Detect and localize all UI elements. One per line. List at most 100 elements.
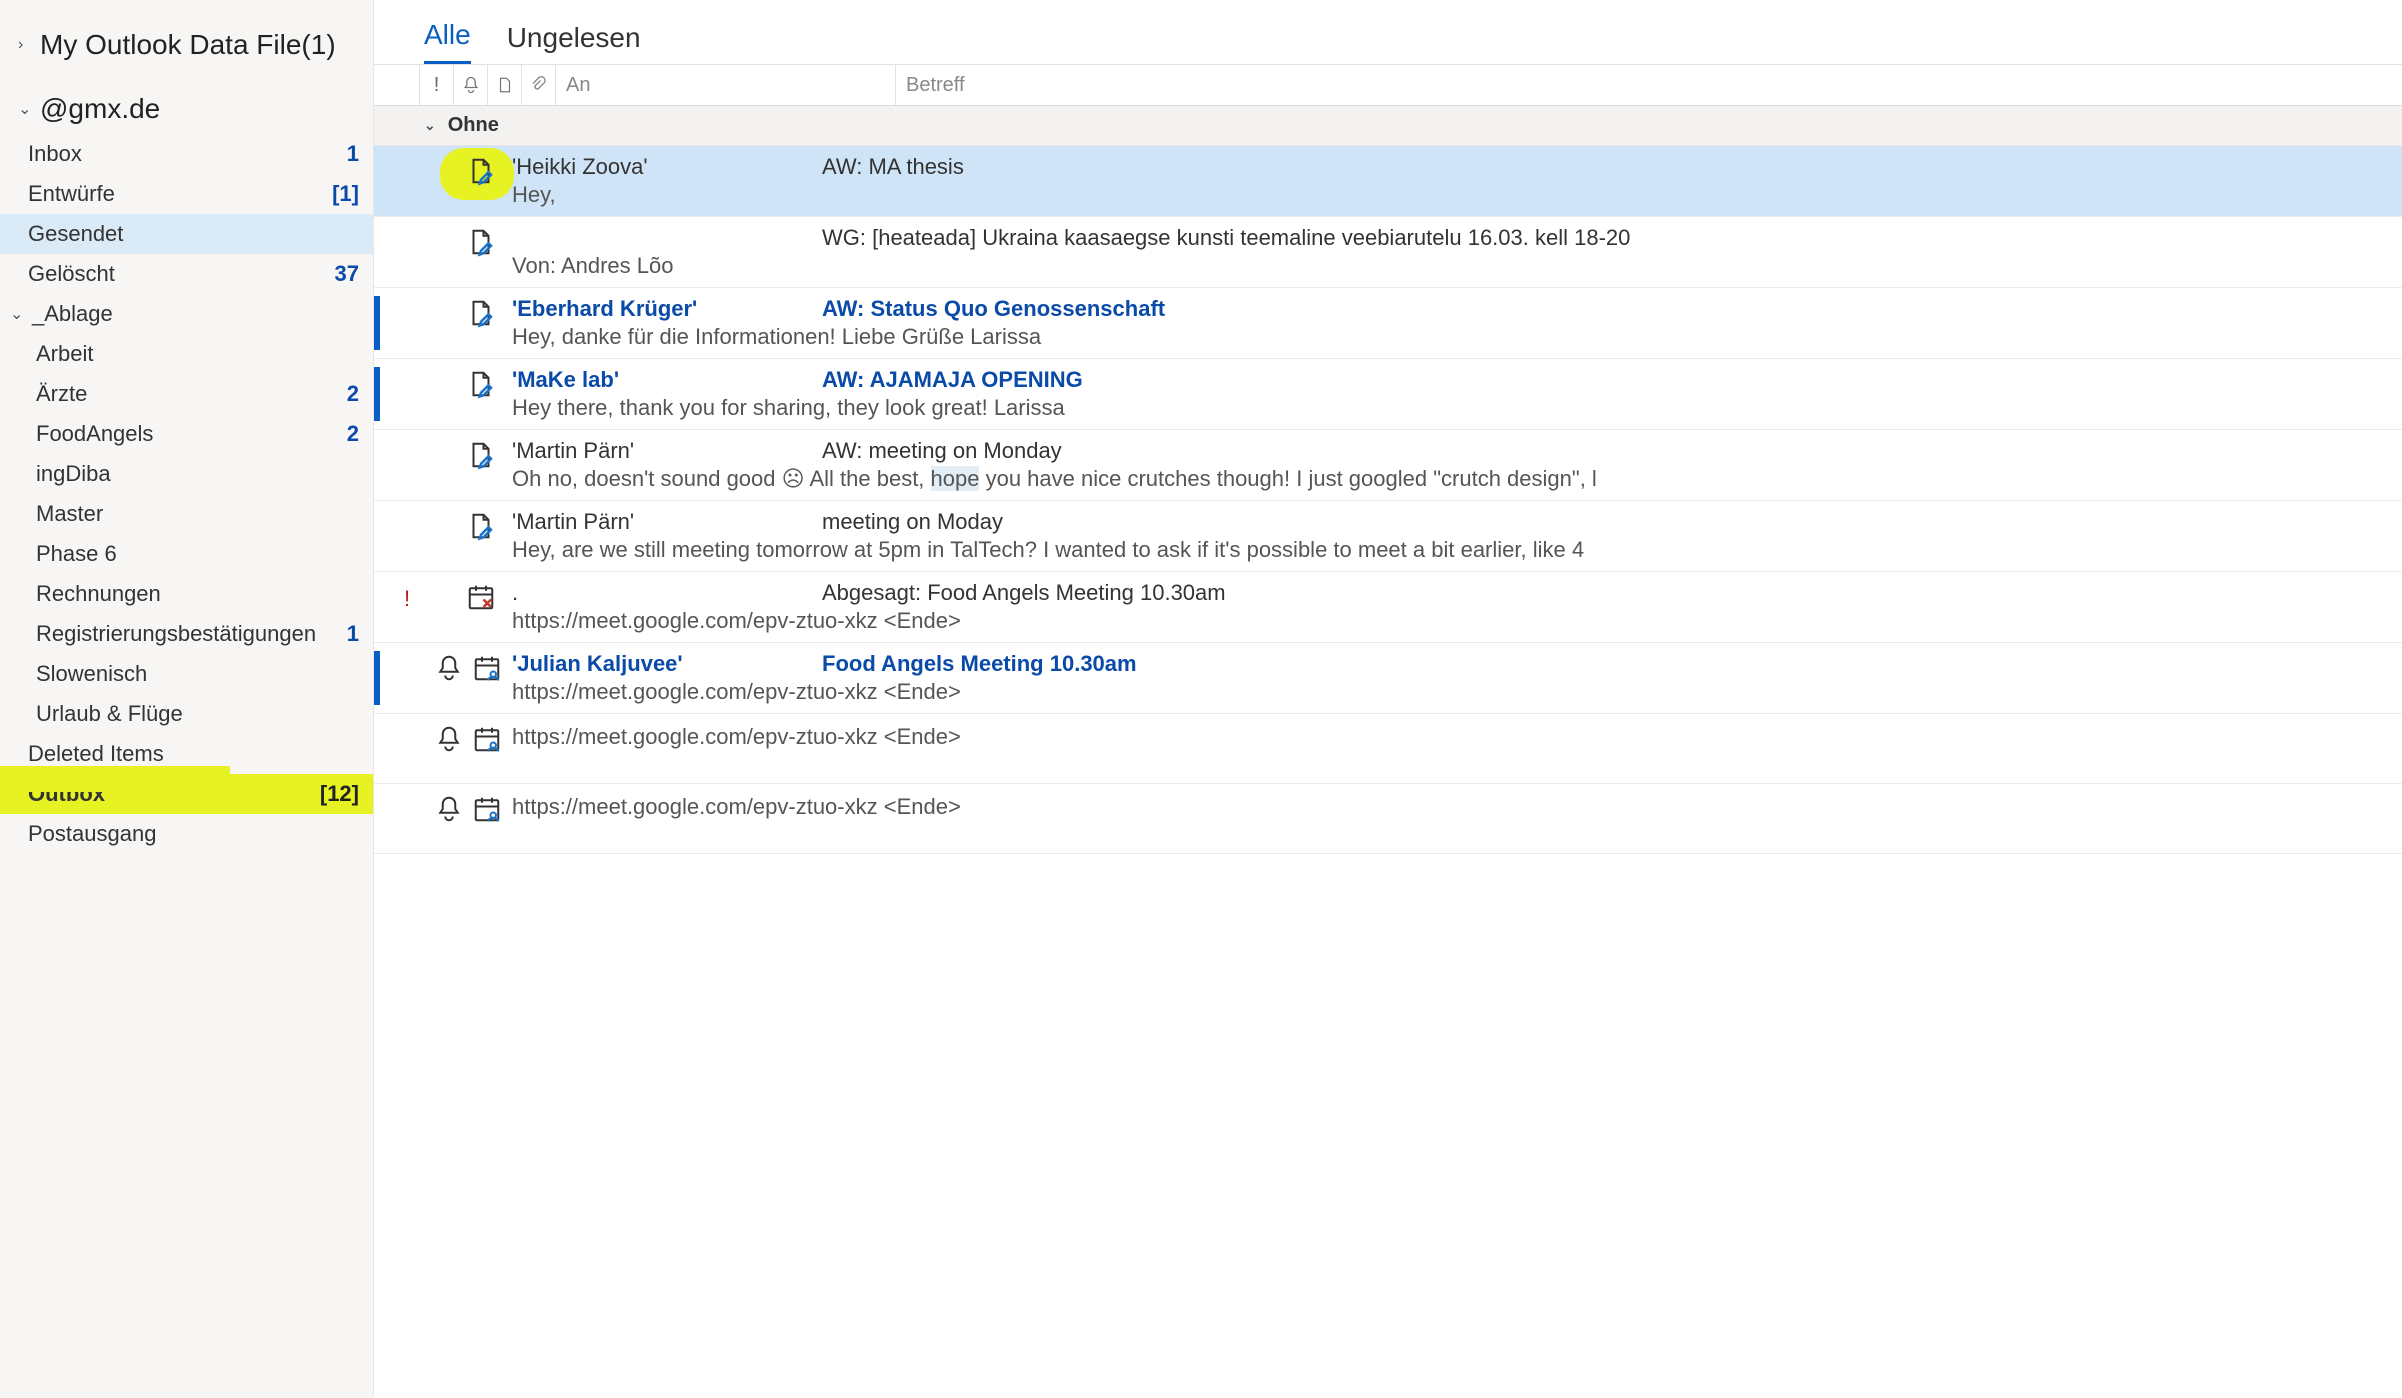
- message-row[interactable]: 'Martin Pärn'meeting on ModayHey, are we…: [374, 501, 2402, 572]
- message-row[interactable]: !.Abgesagt: Food Angels Meeting 10.30amh…: [374, 572, 2402, 643]
- draft-icon: [466, 227, 496, 263]
- message-preview: Oh no, doesn't sound good ☹ All the best…: [512, 466, 2392, 492]
- message-preview: https://meet.google.com/epv-ztuo-xkz <En…: [512, 794, 2392, 820]
- folder-master[interactable]: Master: [0, 494, 373, 534]
- message-type-icons: [434, 651, 512, 705]
- message-subject: AW: meeting on Monday: [822, 438, 1062, 464]
- highlight-marker: [0, 766, 230, 792]
- importance-icon: [380, 438, 434, 492]
- gmx-account-row[interactable]: ⌄ @gmx.de: [0, 84, 373, 134]
- folder-sent[interactable]: Gesendet: [0, 214, 373, 254]
- folder-aerzte[interactable]: Ärzte 2: [0, 374, 373, 414]
- header-reminder-icon[interactable]: [454, 65, 488, 105]
- folder-arbeit[interactable]: Arbeit: [0, 334, 373, 374]
- message-subject: AW: MA thesis: [822, 154, 964, 180]
- folder-ingdiba[interactable]: ingDiba: [0, 454, 373, 494]
- message-preview: Hey,: [512, 182, 2392, 208]
- importance-icon: !: [380, 580, 434, 634]
- message-preview: https://meet.google.com/epv-ztuo-xkz <En…: [512, 679, 2392, 705]
- calendar-cancel-icon: [466, 582, 496, 618]
- chevron-down-icon: ⌄: [424, 117, 436, 134]
- folder-slowenisch[interactable]: Slowenisch: [0, 654, 373, 694]
- message-preview: Hey, danke für die Informationen! Liebe …: [512, 324, 2392, 350]
- message-row[interactable]: https://meet.google.com/epv-ztuo-xkz <En…: [374, 784, 2402, 854]
- message-preview: Hey, are we still meeting tomorrow at 5p…: [512, 537, 2392, 563]
- folder-foodangels[interactable]: FoodAngels 2: [0, 414, 373, 454]
- draft-icon: [466, 369, 496, 405]
- message-row[interactable]: 'MaKe lab'AW: AJAMAJA OPENINGHey there, …: [374, 359, 2402, 430]
- folder-urlaub[interactable]: Urlaub & Flüge: [0, 694, 373, 734]
- message-subject: AW: Status Quo Genossenschaft: [822, 296, 1165, 322]
- reminder-icon: [434, 724, 464, 760]
- message-recipient: 'MaKe lab': [512, 367, 822, 393]
- message-type-icons: [434, 367, 512, 421]
- tab-unread[interactable]: Ungelesen: [507, 22, 641, 64]
- importance-icon: [380, 367, 434, 421]
- message-subject: WG: [heateada] Ukraina kaasaegse kunsti …: [822, 225, 1630, 251]
- header-item-type-icon[interactable]: [488, 65, 522, 105]
- folder-ablage[interactable]: ⌄ _Ablage: [0, 294, 373, 334]
- importance-icon: [380, 792, 434, 845]
- folder-postausgang[interactable]: Postausgang: [0, 814, 373, 854]
- pst-account-row[interactable]: › My Outlook Data File(1): [0, 20, 373, 70]
- message-type-icons: [434, 438, 512, 492]
- message-list: 'Heikki Zoova'AW: MA thesisHey, WG: [heat…: [374, 146, 2402, 854]
- importance-icon: [380, 722, 434, 775]
- folder-sidebar: › My Outlook Data File(1) ⌄ @gmx.de Inbo…: [0, 0, 374, 1398]
- folder-registrierungen[interactable]: Registrierungsbestätigungen 1: [0, 614, 373, 654]
- group-header-ohne[interactable]: ⌄ Ohne: [374, 106, 2402, 146]
- message-type-icons: [434, 509, 512, 563]
- filter-tabs: Alle Ungelesen: [374, 0, 2402, 64]
- column-header-row: ! An Betreff: [374, 64, 2402, 106]
- message-preview: Hey there, thank you for sharing, they l…: [512, 395, 2392, 421]
- folder-deleted[interactable]: Gelöscht 37: [0, 254, 373, 294]
- search-highlight: hope: [931, 466, 980, 491]
- message-pane: Alle Ungelesen ! An Betreff ⌄ Ohne 'Heik…: [374, 0, 2402, 1398]
- importance-icon: [380, 651, 434, 705]
- header-attachment-icon[interactable]: [522, 65, 556, 105]
- calendar-meeting-icon: [472, 724, 502, 760]
- message-subject: Food Angels Meeting 10.30am: [822, 651, 1137, 677]
- reminder-icon: [434, 794, 464, 830]
- column-header-to[interactable]: An: [556, 65, 896, 105]
- message-subject: AW: AJAMAJA OPENING: [822, 367, 1083, 393]
- message-row[interactable]: 'Heikki Zoova'AW: MA thesisHey,: [374, 146, 2402, 217]
- message-recipient: 'Julian Kaljuvee': [512, 651, 822, 677]
- message-row[interactable]: 'Julian Kaljuvee'Food Angels Meeting 10.…: [374, 643, 2402, 714]
- message-type-icons: [434, 296, 512, 350]
- message-type-icons: [434, 792, 512, 845]
- header-importance-icon[interactable]: !: [420, 65, 454, 105]
- chevron-down-icon: ⌄: [18, 99, 36, 119]
- message-preview: Von: Andres Lõo: [512, 253, 2392, 279]
- folder-inbox[interactable]: Inbox 1: [0, 134, 373, 174]
- message-row[interactable]: 'Martin Pärn'AW: meeting on MondayOh no,…: [374, 430, 2402, 501]
- pst-label: My Outlook Data File(1): [40, 29, 359, 61]
- folder-deleted-items[interactable]: Deleted Items: [0, 734, 373, 774]
- tab-all[interactable]: Alle: [424, 19, 471, 64]
- message-subject: meeting on Moday: [822, 509, 1003, 535]
- folder-drafts[interactable]: Entwürfe [1]: [0, 174, 373, 214]
- message-row[interactable]: WG: [heateada] Ukraina kaasaegse kunsti …: [374, 217, 2402, 288]
- column-header-subject[interactable]: Betreff: [896, 65, 965, 105]
- draft-icon: [466, 511, 496, 547]
- importance-icon: [380, 296, 434, 350]
- message-row[interactable]: https://meet.google.com/epv-ztuo-xkz <En…: [374, 714, 2402, 784]
- message-recipient: 'Heikki Zoova': [512, 154, 822, 180]
- draft-icon: [466, 298, 496, 334]
- message-preview: https://meet.google.com/epv-ztuo-xkz <En…: [512, 608, 2392, 634]
- importance-icon: [380, 225, 434, 279]
- calendar-meeting-icon: [472, 653, 502, 689]
- folder-phase6[interactable]: Phase 6: [0, 534, 373, 574]
- message-type-icons: [434, 722, 512, 775]
- message-type-icons: [434, 580, 512, 634]
- chevron-down-icon: ⌄: [10, 304, 28, 324]
- message-recipient: .: [512, 580, 822, 606]
- folder-rechnungen[interactable]: Rechnungen: [0, 574, 373, 614]
- account-label: @gmx.de: [40, 93, 359, 125]
- chevron-right-icon: ›: [18, 36, 36, 54]
- importance-icon: [380, 154, 434, 208]
- message-row[interactable]: 'Eberhard Krüger'AW: Status Quo Genossen…: [374, 288, 2402, 359]
- message-recipient: 'Martin Pärn': [512, 438, 822, 464]
- calendar-meeting-icon: [472, 794, 502, 830]
- group-label: Ohne: [448, 114, 499, 137]
